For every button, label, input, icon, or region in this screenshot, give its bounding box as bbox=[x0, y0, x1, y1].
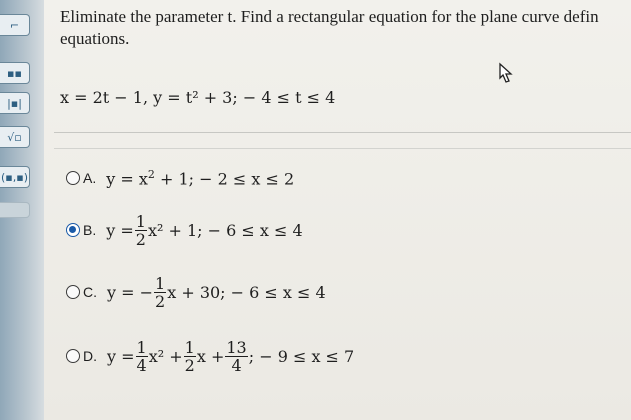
radio-button-a[interactable] bbox=[66, 171, 80, 185]
option-d[interactable]: D. y = 14 x² + 12 x + 13 4 ; − 9 ≤ x ≤ 7 bbox=[66, 336, 354, 376]
option-text: y = 12 x² + 1; − 6 ≤ x ≤ 4 bbox=[106, 211, 303, 249]
option-letter: A. bbox=[83, 170, 97, 186]
tool-label: √▫ bbox=[7, 130, 22, 144]
question-line-1: Eliminate the parameter t. Find a rectan… bbox=[60, 7, 599, 26]
radio-button-c[interactable] bbox=[66, 285, 80, 299]
sqrt-icon[interactable]: √▫ bbox=[0, 126, 30, 148]
parametric-equations: x = 2t − 1, y = t² + 3; − 4 ≤ t ≤ 4 bbox=[60, 88, 336, 107]
question-line-2: equations. bbox=[60, 29, 130, 48]
fraction: 13 4 bbox=[225, 337, 248, 375]
fraction: 12 bbox=[134, 211, 147, 249]
radio-button-b[interactable] bbox=[66, 223, 80, 237]
option-letter: C. bbox=[83, 284, 97, 300]
tool-label: ⌐ bbox=[9, 18, 20, 32]
interval-icon[interactable]: (▪,▪) bbox=[0, 166, 30, 188]
fraction: 12 bbox=[183, 337, 196, 375]
math-palette-sidebar: ⌐ ▪▪ |▪| √▫ (▪,▪) bbox=[0, 0, 44, 420]
option-text: y = − 12 x + 30; − 6 ≤ x ≤ 4 bbox=[107, 273, 326, 311]
option-b[interactable]: B. y = 12 x² + 1; − 6 ≤ x ≤ 4 bbox=[66, 210, 303, 250]
fraction: 12 bbox=[154, 273, 167, 311]
fraction-icon[interactable]: ▪▪ bbox=[0, 62, 30, 84]
option-a[interactable]: A. y = x2 + 1; − 2 ≤ x ≤ 2 bbox=[66, 158, 294, 198]
tool-label: (▪,▪) bbox=[1, 170, 28, 184]
divider bbox=[54, 148, 631, 149]
fraction: 14 bbox=[135, 337, 148, 375]
option-letter: B. bbox=[83, 222, 97, 238]
template-icon[interactable]: ⌐ bbox=[0, 14, 30, 36]
tool-label: |▪| bbox=[7, 96, 22, 110]
more-icon[interactable] bbox=[0, 202, 30, 218]
option-text: y = 14 x² + 12 x + 13 4 ; − 9 ≤ x ≤ 7 bbox=[107, 337, 355, 375]
absolute-value-icon[interactable]: |▪| bbox=[0, 92, 30, 114]
divider bbox=[54, 132, 631, 133]
question-panel: Eliminate the parameter t. Find a rectan… bbox=[44, 0, 631, 420]
mouse-cursor-icon bbox=[499, 62, 513, 83]
question-prompt: Eliminate the parameter t. Find a rectan… bbox=[60, 6, 631, 50]
option-c[interactable]: C. y = − 12 x + 30; − 6 ≤ x ≤ 4 bbox=[66, 272, 326, 312]
tool-label: ▪▪ bbox=[7, 66, 22, 80]
radio-button-d[interactable] bbox=[66, 349, 80, 363]
option-text: y = x2 + 1; − 2 ≤ x ≤ 2 bbox=[106, 167, 295, 189]
option-letter: D. bbox=[83, 348, 97, 364]
